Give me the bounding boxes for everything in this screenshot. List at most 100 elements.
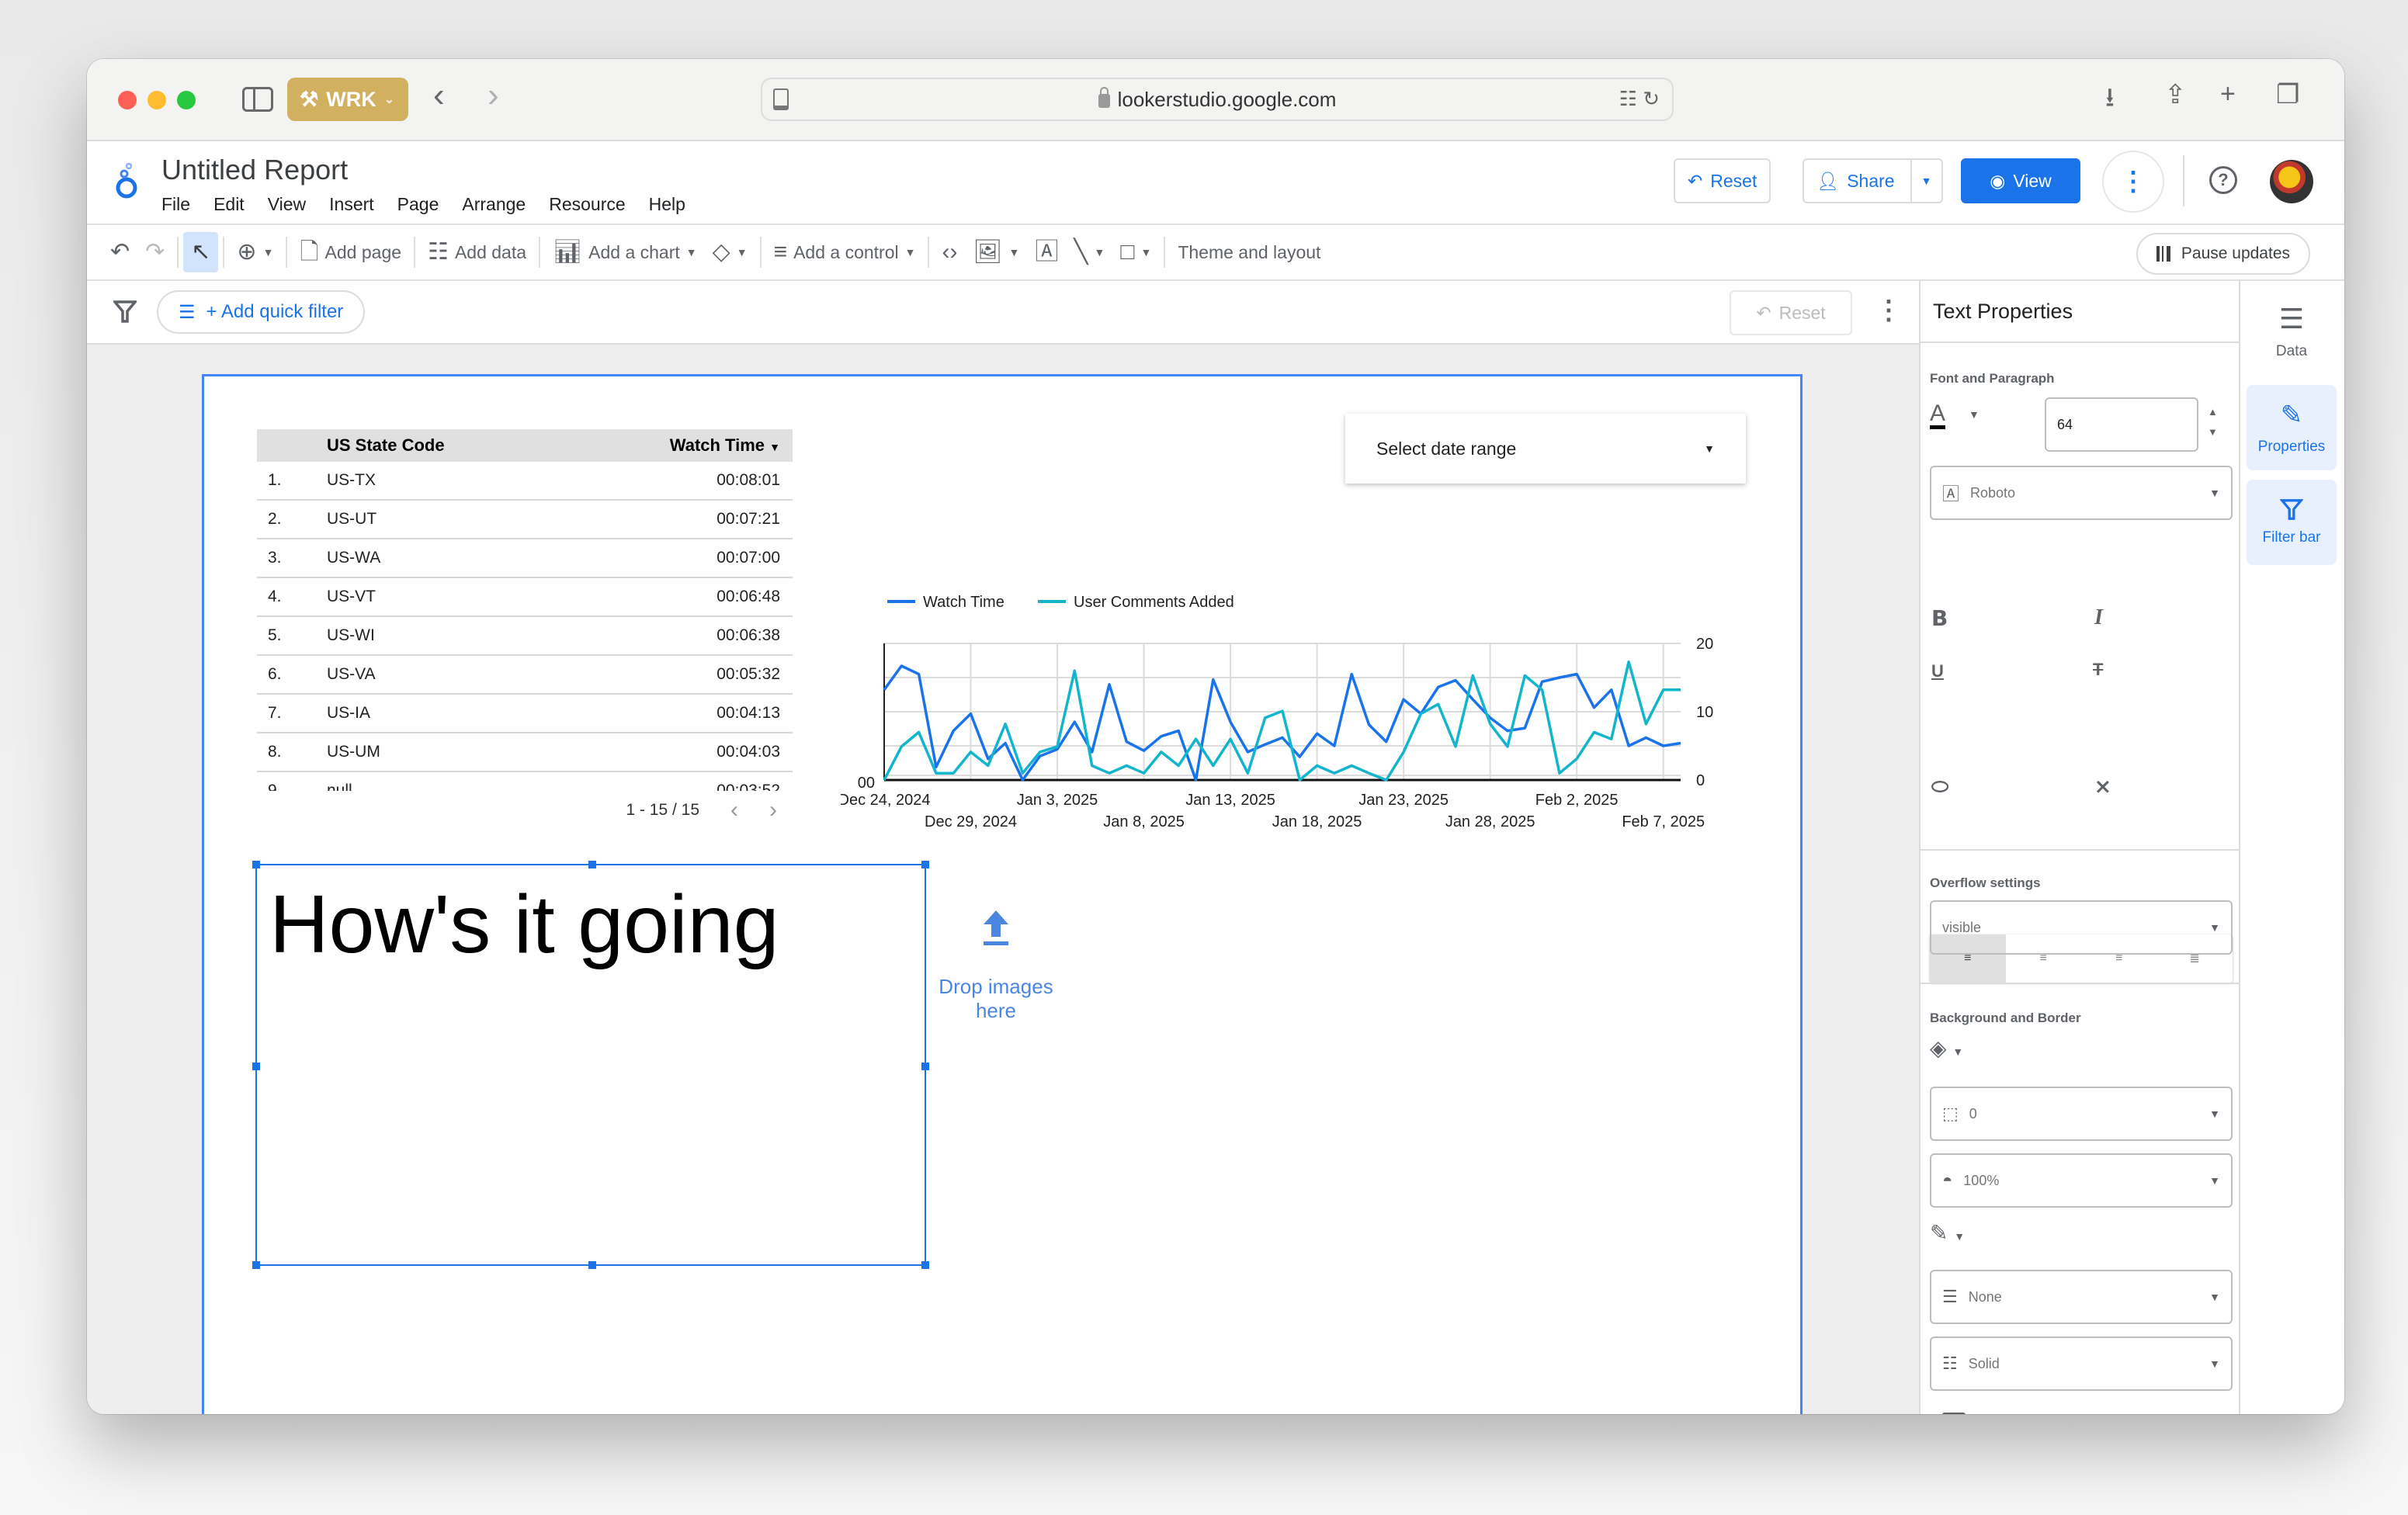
bold-button[interactable]: B: [1931, 605, 1948, 631]
expand-panel-button[interactable]: ›: [2288, 1409, 2297, 1414]
tab-overview-icon[interactable]: ❐: [2276, 79, 2299, 110]
page-menu-icon[interactable]: [773, 88, 789, 110]
table-row[interactable]: 8. US-UM 00:04:03: [257, 733, 793, 772]
profile-button[interactable]: ⚒ WRK ⌄: [287, 78, 408, 121]
rail-data-button[interactable]: ☰ Data: [2247, 289, 2337, 374]
table-row[interactable]: 2. US-UT 00:07:21: [257, 501, 793, 539]
report-title[interactable]: Untitled Report: [161, 154, 348, 186]
table-row[interactable]: 6. US-VA 00:05:32: [257, 656, 793, 695]
table-header-state[interactable]: US State Code: [327, 435, 637, 456]
community-viz-button[interactable]: ◇ ▼: [705, 232, 755, 272]
resize-handle-nw[interactable]: [252, 861, 260, 868]
resize-handle-w[interactable]: [252, 1063, 260, 1070]
fill-color-button[interactable]: ◈ ▼: [1930, 1035, 1963, 1061]
more-options-button[interactable]: ⋮: [2102, 151, 2164, 213]
text-color-button[interactable]: A: [1930, 402, 1946, 429]
menu-edit[interactable]: Edit: [213, 194, 245, 215]
border-color-button[interactable]: ✎ ▼: [1930, 1220, 1965, 1246]
share-button[interactable]: 👤︎ Share ▼: [1803, 158, 1943, 203]
avatar[interactable]: [2270, 160, 2313, 203]
resize-handle-sw[interactable]: [252, 1261, 260, 1269]
pause-updates-button[interactable]: Pause updates: [2136, 233, 2310, 275]
image-button[interactable]: 🖼︎ ▼: [965, 232, 1027, 272]
resize-handle-se[interactable]: [921, 1261, 929, 1269]
menu-help[interactable]: Help: [649, 194, 685, 215]
zoom-window-button[interactable]: [177, 91, 196, 109]
resize-handle-e[interactable]: [921, 1063, 929, 1070]
time-series-chart[interactable]: 0 10 20 00Dec 24, 2024 Dec 29, 2024Jan 3, 20…: [841, 586, 1757, 834]
text-box-selected[interactable]: How's it going: [252, 861, 929, 1269]
zoom-button[interactable]: ⊕ ▼: [229, 232, 281, 272]
menu-page[interactable]: Page: [397, 194, 439, 215]
view-button[interactable]: ◉ View: [1961, 158, 2080, 203]
filter-icon[interactable]: [113, 300, 137, 324]
menu-insert[interactable]: Insert: [329, 194, 374, 215]
downloads-icon[interactable]: ⭳: [2105, 79, 2115, 123]
address-bar[interactable]: lookerstudio.google.com ☷ ↻: [761, 78, 1674, 121]
border-radius-select[interactable]: ⬚ 0 ▼: [1930, 1087, 2233, 1141]
border-style-select[interactable]: ☷ Solid ▼: [1930, 1336, 2233, 1391]
translate-reload-icons[interactable]: ☷ ↻: [1619, 87, 1660, 111]
resize-handle-s[interactable]: [588, 1261, 596, 1269]
add-quick-filter-button[interactable]: ☰ + Add quick filter: [157, 290, 366, 334]
next-page-button[interactable]: ›: [769, 797, 777, 823]
filter-reset-button[interactable]: ↶ Reset: [1730, 290, 1852, 335]
rail-properties-button[interactable]: ✎ Properties: [2247, 385, 2337, 470]
minimize-window-button[interactable]: [147, 91, 166, 109]
reset-button[interactable]: ↶ Reset: [1674, 158, 1771, 203]
embed-url-button[interactable]: ‹›: [934, 232, 965, 272]
menu-resource[interactable]: Resource: [549, 194, 625, 215]
menu-view[interactable]: View: [268, 194, 306, 215]
select-tool-button[interactable]: ↖: [183, 232, 219, 272]
canvas-text[interactable]: How's it going: [269, 878, 779, 972]
share-icon[interactable]: ⇪: [2164, 79, 2187, 110]
rail-filter-bar-button[interactable]: Filter bar: [2247, 480, 2337, 565]
font-size-input[interactable]: 64: [2045, 397, 2198, 452]
table-row[interactable]: 4. US-VT 00:06:48: [257, 578, 793, 617]
add-chart-button[interactable]: 📊︎ Add a chart ▼: [545, 232, 705, 272]
menu-arrange[interactable]: Arrange: [462, 194, 526, 215]
theme-layout-button[interactable]: Theme and layout: [1170, 232, 1328, 272]
opacity-select[interactable]: ◓ 100% ▼: [1930, 1153, 2233, 1208]
table-row[interactable]: 7. US-IA 00:04:13: [257, 695, 793, 733]
new-tab-icon[interactable]: +: [2220, 79, 2236, 109]
add-page-button[interactable]: 🗋︎ Add page: [292, 232, 409, 272]
overflow-select[interactable]: visible ▼: [1930, 900, 2233, 955]
table-row[interactable]: 1. US-TX 00:08:01: [257, 462, 793, 501]
redo-button[interactable]: ↷: [137, 232, 172, 272]
image-drop-zone[interactable]: Drop images here: [918, 909, 1074, 1023]
table-chart[interactable]: US State Code Watch Time ▼ 1. US-TX 00:08:…: [257, 429, 793, 830]
text-button[interactable]: 🄰︎: [1027, 232, 1066, 272]
line-button[interactable]: ╲ ▼: [1066, 232, 1112, 272]
help-icon[interactable]: ?: [2209, 166, 2237, 194]
table-header-watch-time[interactable]: Watch Time ▼: [637, 435, 793, 456]
add-data-button[interactable]: ☷ Add data: [420, 232, 534, 272]
border-weight-select[interactable]: ☰ None ▼: [1930, 1270, 2233, 1324]
add-control-button[interactable]: ≡ Add a control ▼: [766, 232, 924, 272]
share-dropdown-button[interactable]: ▼: [1910, 160, 1941, 202]
caret-down-icon[interactable]: ▼: [1969, 408, 1979, 421]
underline-button[interactable]: U: [1931, 661, 1944, 681]
font-size-stepper[interactable]: ▲ ▼: [2208, 402, 2218, 442]
date-range-control[interactable]: Select date range ▼: [1345, 414, 1746, 484]
resize-handle-ne[interactable]: [921, 861, 929, 868]
forward-button[interactable]: ›: [487, 76, 499, 115]
resize-handle-n[interactable]: [588, 861, 596, 868]
border-shadow-checkbox[interactable]: [1942, 1413, 1966, 1414]
table-row[interactable]: 3. US-WA 00:07:00: [257, 539, 793, 578]
table-row[interactable]: 9. null 00:03:52: [257, 772, 793, 791]
menu-file[interactable]: File: [161, 194, 190, 215]
shape-button[interactable]: □ ▼: [1112, 232, 1159, 272]
table-row[interactable]: 5. US-WI 00:06:38: [257, 617, 793, 656]
italic-button[interactable]: I: [2094, 605, 2103, 630]
sidebar-toggle-icon[interactable]: [242, 87, 273, 112]
strikethrough-button[interactable]: T: [2093, 660, 2103, 680]
prev-page-button[interactable]: ‹: [730, 797, 738, 823]
filter-more-button[interactable]: ⋮: [1875, 295, 1902, 326]
report-page[interactable]: US State Code Watch Time ▼ 1. US-TX 00:08:…: [202, 374, 1803, 1414]
clear-formatting-icon[interactable]: ⨯: [2094, 775, 2111, 799]
back-button[interactable]: ‹: [433, 76, 445, 115]
undo-button[interactable]: ↶: [102, 232, 137, 272]
close-window-button[interactable]: [118, 91, 137, 109]
link-icon[interactable]: ⬭: [1931, 775, 1948, 799]
